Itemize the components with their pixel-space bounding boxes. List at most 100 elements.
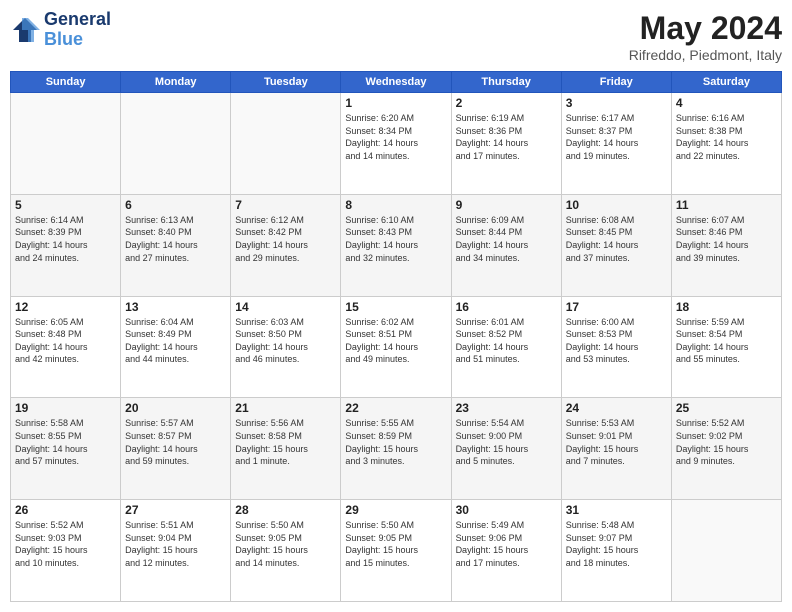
calendar-cell: 23Sunrise: 5:54 AM Sunset: 9:00 PM Dayli… — [451, 398, 561, 500]
day-number: 7 — [235, 198, 336, 212]
day-number: 11 — [676, 198, 777, 212]
day-number: 21 — [235, 401, 336, 415]
day-info: Sunrise: 6:07 AM Sunset: 8:46 PM Dayligh… — [676, 214, 777, 264]
day-number: 2 — [456, 96, 557, 110]
day-number: 16 — [456, 300, 557, 314]
weekday-header-wednesday: Wednesday — [341, 72, 451, 93]
logo-line1: General — [44, 10, 111, 30]
day-info: Sunrise: 6:14 AM Sunset: 8:39 PM Dayligh… — [15, 214, 116, 264]
day-number: 5 — [15, 198, 116, 212]
calendar-cell: 15Sunrise: 6:02 AM Sunset: 8:51 PM Dayli… — [341, 296, 451, 398]
calendar-week-row: 1Sunrise: 6:20 AM Sunset: 8:34 PM Daylig… — [11, 93, 782, 195]
weekday-header-saturday: Saturday — [671, 72, 781, 93]
day-info: Sunrise: 5:51 AM Sunset: 9:04 PM Dayligh… — [125, 519, 226, 569]
day-info: Sunrise: 5:50 AM Sunset: 9:05 PM Dayligh… — [345, 519, 446, 569]
day-info: Sunrise: 6:13 AM Sunset: 8:40 PM Dayligh… — [125, 214, 226, 264]
day-info: Sunrise: 5:48 AM Sunset: 9:07 PM Dayligh… — [566, 519, 667, 569]
day-info: Sunrise: 6:12 AM Sunset: 8:42 PM Dayligh… — [235, 214, 336, 264]
day-info: Sunrise: 5:53 AM Sunset: 9:01 PM Dayligh… — [566, 417, 667, 467]
calendar-cell: 4 Sunrise: 6:16 AM Sunset: 8:38 PM Daylig… — [671, 93, 781, 195]
day-info: Sunrise: 6:09 AM Sunset: 8:44 PM Dayligh… — [456, 214, 557, 264]
calendar-cell — [231, 93, 341, 195]
calendar-cell: 24 Sunrise: 5:53 AM Sunset: 9:01 PM Dayli… — [561, 398, 671, 500]
calendar-cell: 10Sunrise: 6:08 AM Sunset: 8:45 PM Dayli… — [561, 194, 671, 296]
logo-text: General Blue — [44, 10, 111, 50]
calendar-cell: 16Sunrise: 6:01 AM Sunset: 8:52 PM Dayli… — [451, 296, 561, 398]
weekday-header-sunday: Sunday — [11, 72, 121, 93]
day-number: 26 — [15, 503, 116, 517]
calendar-week-row: 26 Sunrise: 5:52 AM Sunset: 9:03 PM Dayli… — [11, 500, 782, 602]
day-info: Sunrise: 6:04 AM Sunset: 8:49 PM Dayligh… — [125, 316, 226, 366]
day-number: 9 — [456, 198, 557, 212]
title-section: May 2024 Rifreddo, Piedmont, Italy — [629, 10, 782, 63]
day-info: Sunrise: 5:52 AM Sunset: 9:02 PM Dayligh… — [676, 417, 777, 467]
calendar-cell: 13 Sunrise: 6:04 AM Sunset: 8:49 PM Dayli… — [121, 296, 231, 398]
calendar-cell: 6 Sunrise: 6:13 AM Sunset: 8:40 PM Daylig… — [121, 194, 231, 296]
day-number: 22 — [345, 401, 446, 415]
day-number: 4 — [676, 96, 777, 110]
day-info: Sunrise: 5:54 AM Sunset: 9:00 PM Dayligh… — [456, 417, 557, 467]
weekday-header-monday: Monday — [121, 72, 231, 93]
day-info: Sunrise: 5:59 AM Sunset: 8:54 PM Dayligh… — [676, 316, 777, 366]
day-number: 18 — [676, 300, 777, 314]
day-info: Sunrise: 6:03 AM Sunset: 8:50 PM Dayligh… — [235, 316, 336, 366]
day-info: Sunrise: 6:10 AM Sunset: 8:43 PM Dayligh… — [345, 214, 446, 264]
calendar-cell: 8 Sunrise: 6:10 AM Sunset: 8:43 PM Daylig… — [341, 194, 451, 296]
calendar-cell: 7 Sunrise: 6:12 AM Sunset: 8:42 PM Daylig… — [231, 194, 341, 296]
calendar-cell: 26 Sunrise: 5:52 AM Sunset: 9:03 PM Dayli… — [11, 500, 121, 602]
logo-icon — [10, 15, 40, 45]
day-info: Sunrise: 5:52 AM Sunset: 9:03 PM Dayligh… — [15, 519, 116, 569]
page: General Blue May 2024 Rifreddo, Piedmont… — [0, 0, 792, 612]
calendar-cell: 22 Sunrise: 5:55 AM Sunset: 8:59 PM Dayli… — [341, 398, 451, 500]
day-info: Sunrise: 5:55 AM Sunset: 8:59 PM Dayligh… — [345, 417, 446, 467]
day-info: Sunrise: 5:56 AM Sunset: 8:58 PM Dayligh… — [235, 417, 336, 467]
weekday-header-tuesday: Tuesday — [231, 72, 341, 93]
calendar-cell: 30Sunrise: 5:49 AM Sunset: 9:06 PM Dayli… — [451, 500, 561, 602]
calendar-table: SundayMondayTuesdayWednesdayThursdayFrid… — [10, 71, 782, 602]
calendar-cell: 20 Sunrise: 5:57 AM Sunset: 8:57 PM Dayli… — [121, 398, 231, 500]
weekday-header-friday: Friday — [561, 72, 671, 93]
day-number: 29 — [345, 503, 446, 517]
day-number: 13 — [125, 300, 226, 314]
day-number: 8 — [345, 198, 446, 212]
calendar-cell — [121, 93, 231, 195]
day-info: Sunrise: 6:20 AM Sunset: 8:34 PM Dayligh… — [345, 112, 446, 162]
day-number: 31 — [566, 503, 667, 517]
weekday-header-thursday: Thursday — [451, 72, 561, 93]
calendar-cell: 29 Sunrise: 5:50 AM Sunset: 9:05 PM Dayli… — [341, 500, 451, 602]
day-info: Sunrise: 6:16 AM Sunset: 8:38 PM Dayligh… — [676, 112, 777, 162]
day-number: 20 — [125, 401, 226, 415]
calendar-cell: 28 Sunrise: 5:50 AM Sunset: 9:05 PM Dayli… — [231, 500, 341, 602]
day-number: 25 — [676, 401, 777, 415]
day-info: Sunrise: 5:50 AM Sunset: 9:05 PM Dayligh… — [235, 519, 336, 569]
logo-line2: Blue — [44, 30, 111, 50]
day-info: Sunrise: 6:17 AM Sunset: 8:37 PM Dayligh… — [566, 112, 667, 162]
calendar-cell: 12Sunrise: 6:05 AM Sunset: 8:48 PM Dayli… — [11, 296, 121, 398]
calendar-cell: 2Sunrise: 6:19 AM Sunset: 8:36 PM Daylig… — [451, 93, 561, 195]
calendar-week-row: 5 Sunrise: 6:14 AM Sunset: 8:39 PM Daylig… — [11, 194, 782, 296]
header: General Blue May 2024 Rifreddo, Piedmont… — [10, 10, 782, 63]
calendar-cell: 19Sunrise: 5:58 AM Sunset: 8:55 PM Dayli… — [11, 398, 121, 500]
logo: General Blue — [10, 10, 111, 50]
calendar-cell: 27Sunrise: 5:51 AM Sunset: 9:04 PM Dayli… — [121, 500, 231, 602]
day-number: 30 — [456, 503, 557, 517]
calendar-cell: 5 Sunrise: 6:14 AM Sunset: 8:39 PM Daylig… — [11, 194, 121, 296]
calendar-cell — [671, 500, 781, 602]
day-number: 28 — [235, 503, 336, 517]
day-info: Sunrise: 5:57 AM Sunset: 8:57 PM Dayligh… — [125, 417, 226, 467]
day-number: 12 — [15, 300, 116, 314]
day-number: 6 — [125, 198, 226, 212]
month-title: May 2024 — [629, 10, 782, 47]
location-subtitle: Rifreddo, Piedmont, Italy — [629, 47, 782, 63]
day-number: 24 — [566, 401, 667, 415]
day-number: 19 — [15, 401, 116, 415]
calendar-week-row: 12Sunrise: 6:05 AM Sunset: 8:48 PM Dayli… — [11, 296, 782, 398]
calendar-week-row: 19Sunrise: 5:58 AM Sunset: 8:55 PM Dayli… — [11, 398, 782, 500]
weekday-header-row: SundayMondayTuesdayWednesdayThursdayFrid… — [11, 72, 782, 93]
day-number: 3 — [566, 96, 667, 110]
calendar-cell: 17Sunrise: 6:00 AM Sunset: 8:53 PM Dayli… — [561, 296, 671, 398]
calendar-cell: 1Sunrise: 6:20 AM Sunset: 8:34 PM Daylig… — [341, 93, 451, 195]
day-info: Sunrise: 6:02 AM Sunset: 8:51 PM Dayligh… — [345, 316, 446, 366]
calendar-cell: 11 Sunrise: 6:07 AM Sunset: 8:46 PM Dayli… — [671, 194, 781, 296]
day-number: 10 — [566, 198, 667, 212]
